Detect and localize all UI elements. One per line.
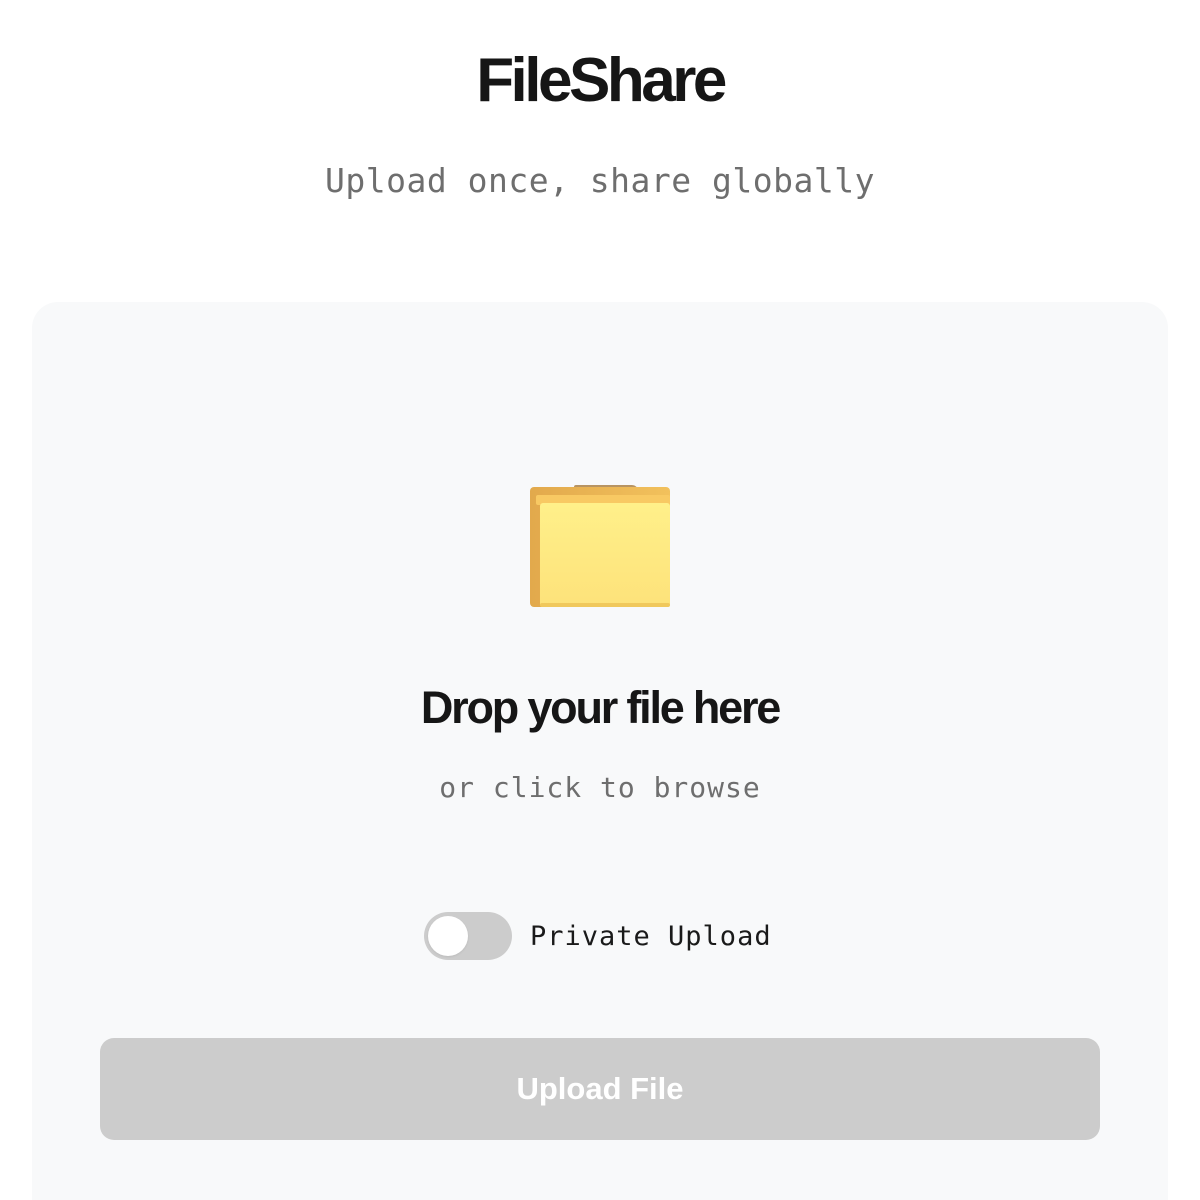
private-upload-row: Private Upload — [424, 911, 772, 961]
app-title: FileShare — [476, 46, 727, 115]
folder-icon — [530, 485, 670, 607]
private-upload-toggle[interactable] — [424, 912, 512, 960]
toggle-knob — [428, 916, 468, 956]
file-dropzone[interactable]: Drop your file here or click to browse P… — [32, 302, 1168, 1200]
dropzone-title: Drop your file here — [420, 682, 781, 733]
upload-file-button[interactable]: Upload File — [100, 1038, 1100, 1140]
app-tagline: Upload once, share globally — [325, 161, 875, 200]
private-upload-label[interactable]: Private Upload — [530, 921, 772, 952]
dropzone-subtitle[interactable]: or click to browse — [32, 770, 1168, 806]
